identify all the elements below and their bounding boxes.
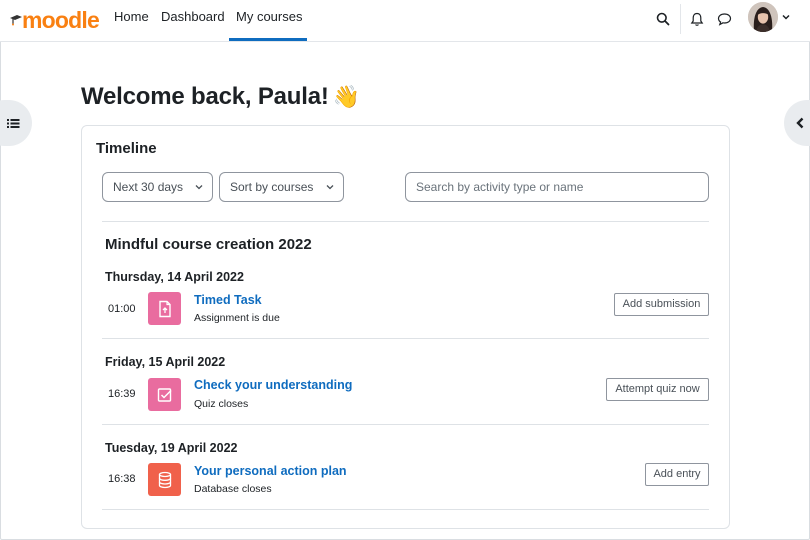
add-submission-button[interactable]: Add submission	[614, 293, 709, 316]
notifications-button[interactable]	[686, 8, 708, 30]
divider	[102, 221, 709, 222]
sort-dropdown[interactable]: Sort by courses	[219, 172, 344, 202]
nav-my-courses[interactable]: My courses	[236, 0, 302, 42]
timeline-title: Timeline	[96, 140, 157, 157]
active-tab-indicator	[229, 38, 307, 41]
activity-search-input[interactable]	[405, 172, 709, 202]
wave-emoji: 👋	[332, 84, 360, 109]
activity-link[interactable]: Timed Task	[194, 293, 262, 307]
activity-status: Assignment is due	[194, 312, 280, 324]
database-activity-icon	[148, 463, 181, 496]
divider	[102, 424, 709, 425]
date-heading: Tuesday, 19 April 2022	[105, 441, 238, 455]
database-icon	[158, 471, 171, 488]
event-time: 16:39	[108, 388, 136, 400]
search-icon	[656, 12, 670, 26]
chevron-down-icon	[326, 185, 334, 190]
bell-icon	[690, 12, 704, 26]
search-button[interactable]	[652, 8, 674, 30]
top-navbar: moodle Home Dashboard My courses	[0, 0, 810, 42]
welcome-text: Welcome back, Paula!	[81, 83, 329, 110]
chevron-left-icon	[796, 117, 804, 129]
date-heading: Thursday, 14 April 2022	[105, 270, 244, 284]
chevron-down-icon	[195, 185, 203, 190]
divider	[102, 509, 709, 510]
assignment-activity-icon	[148, 292, 181, 325]
nav-home[interactable]: Home	[114, 0, 149, 42]
nav-dashboard[interactable]: Dashboard	[161, 0, 225, 42]
date-heading: Friday, 15 April 2022	[105, 355, 226, 369]
date-range-dropdown[interactable]: Next 30 days	[102, 172, 213, 202]
course-name: Mindful course creation 2022	[105, 236, 312, 253]
activity-status: Quiz closes	[194, 398, 249, 410]
attempt-quiz-button[interactable]: Attempt quiz now	[606, 378, 709, 401]
mortarboard-icon	[10, 15, 22, 26]
add-entry-button[interactable]: Add entry	[645, 463, 709, 486]
timeline-block: Timeline Next 30 days Sort by courses Mi…	[81, 125, 730, 529]
navbar-divider	[680, 4, 681, 34]
activity-status: Database closes	[194, 483, 272, 495]
quiz-activity-icon	[148, 378, 181, 411]
date-range-label: Next 30 days	[113, 180, 184, 194]
avatar-photo	[748, 2, 778, 32]
event-time: 01:00	[108, 303, 136, 315]
list-icon	[7, 118, 20, 128]
activity-link[interactable]: Your personal action plan	[194, 464, 347, 478]
event-time: 16:38	[108, 473, 136, 485]
activity-link[interactable]: Check your understanding	[194, 378, 352, 392]
messages-button[interactable]	[713, 8, 735, 30]
user-avatar[interactable]	[748, 2, 778, 32]
sort-label: Sort by courses	[230, 180, 314, 194]
logo-text: moodle	[22, 7, 100, 33]
quiz-icon	[157, 387, 172, 402]
chevron-down-icon[interactable]	[781, 12, 791, 22]
page-title: Welcome back, Paula! 👋	[81, 82, 360, 112]
chat-icon	[717, 13, 731, 26]
moodle-logo[interactable]: moodle	[9, 6, 100, 34]
assignment-icon	[158, 300, 171, 317]
divider	[102, 338, 709, 339]
